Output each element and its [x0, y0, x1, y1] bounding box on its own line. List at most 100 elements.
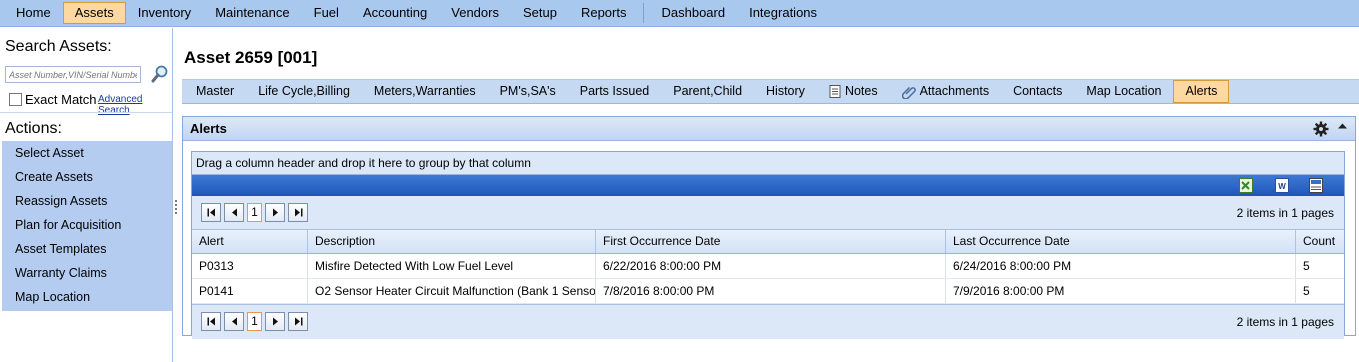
cell-description: Misfire Detected With Low Fuel Level: [308, 254, 596, 278]
menu-reports[interactable]: Reports: [569, 2, 639, 24]
next-page-icon: [272, 317, 278, 326]
left-panel: Search Assets: Exact Match Advanced Sear…: [0, 28, 173, 362]
menu-accounting[interactable]: Accounting: [351, 2, 439, 24]
exact-match-label: Exact Match: [25, 92, 97, 107]
prev-page-icon: [231, 208, 237, 217]
search-assets-title: Search Assets:: [5, 38, 112, 55]
page-info: 2 items in 1 pages: [1236, 315, 1334, 329]
tab-master[interactable]: Master: [184, 80, 246, 103]
action-reassign-assets[interactable]: Reassign Assets: [2, 189, 172, 213]
prev-page-icon: [231, 317, 237, 326]
next-page-button[interactable]: [265, 312, 285, 331]
word-export-icon[interactable]: W: [1275, 178, 1289, 193]
prev-page-button[interactable]: [224, 203, 244, 222]
csv-export-icon[interactable]: [1309, 178, 1323, 193]
action-create-assets[interactable]: Create Assets: [2, 165, 172, 189]
cell-first-occurrence: 6/22/2016 8:00:00 PM: [596, 254, 946, 278]
menu-integrations[interactable]: Integrations: [737, 2, 829, 24]
table-row[interactable]: P0141 O2 Sensor Heater Circuit Malfuncti…: [192, 279, 1344, 304]
tab-life-cycle-billing[interactable]: Life Cycle,Billing: [246, 80, 362, 103]
grid-command-bar: W: [192, 175, 1344, 196]
cell-first-occurrence: 7/8/2016 8:00:00 PM: [596, 279, 946, 303]
cell-last-occurrence: 6/24/2016 8:00:00 PM: [946, 254, 1296, 278]
paperclip-icon: [901, 86, 916, 99]
menu-dashboard[interactable]: Dashboard: [649, 2, 737, 24]
action-asset-templates[interactable]: Asset Templates: [2, 237, 172, 261]
divider: [0, 112, 172, 113]
page-info: 2 items in 1 pages: [1236, 206, 1334, 220]
action-plan-for-acquisition[interactable]: Plan for Acquisition: [2, 213, 172, 237]
tab-contacts[interactable]: Contacts: [1001, 80, 1074, 103]
column-header-last-occurrence[interactable]: Last Occurrence Date: [946, 230, 1296, 253]
first-page-button[interactable]: [201, 203, 221, 222]
gear-icon[interactable]: [1313, 121, 1329, 137]
cell-alert: P0313: [192, 254, 308, 278]
pager-bottom: 1 2 items in 1 pages: [192, 304, 1344, 339]
tab-notes-label: Notes: [844, 84, 878, 98]
menu-inventory[interactable]: Inventory: [126, 2, 203, 24]
first-page-icon: [207, 317, 215, 326]
menu-home[interactable]: Home: [4, 2, 63, 24]
last-page-icon: [294, 317, 302, 326]
tab-attachments[interactable]: Attachments: [890, 80, 1001, 103]
tab-notes[interactable]: Notes: [817, 80, 890, 103]
tab-history[interactable]: History: [754, 80, 817, 103]
tab-map-location[interactable]: Map Location: [1074, 80, 1173, 103]
last-page-icon: [294, 208, 302, 217]
group-by-area[interactable]: Drag a column header and drop it here to…: [192, 152, 1344, 175]
tab-parts-issued[interactable]: Parts Issued: [568, 80, 661, 103]
cell-alert: P0141: [192, 279, 308, 303]
svg-text:W: W: [1278, 182, 1286, 191]
excel-export-icon[interactable]: [1239, 178, 1253, 193]
actions-list: Select Asset Create Assets Reassign Asse…: [2, 141, 172, 311]
alerts-grid: Drag a column header and drop it here to…: [191, 151, 1345, 339]
page-number-button[interactable]: 1: [247, 203, 262, 222]
tab-pms-sas[interactable]: PM's,SA's: [488, 80, 568, 103]
last-page-button[interactable]: [288, 203, 308, 222]
menu-vendors[interactable]: Vendors: [439, 2, 511, 24]
table-row[interactable]: P0313 Misfire Detected With Low Fuel Lev…: [192, 254, 1344, 279]
menu-fuel[interactable]: Fuel: [302, 2, 351, 24]
grid-header-row: Alert Description First Occurrence Date …: [192, 230, 1344, 254]
menu-setup[interactable]: Setup: [511, 2, 569, 24]
menu-assets[interactable]: Assets: [62, 2, 126, 24]
magnifier-icon[interactable]: [150, 64, 170, 84]
action-map-location[interactable]: Map Location: [2, 285, 172, 309]
page-number-button[interactable]: 1: [247, 312, 262, 331]
alerts-panel: Alerts Drag a column header and drop it …: [182, 116, 1356, 339]
last-page-button[interactable]: [288, 312, 308, 331]
tab-parent-child[interactable]: Parent,Child: [661, 80, 754, 103]
exact-match-checkbox[interactable]: [9, 93, 22, 106]
prev-page-button[interactable]: [224, 312, 244, 331]
cell-last-occurrence: 7/9/2016 8:00:00 PM: [946, 279, 1296, 303]
collapse-arrow-icon[interactable]: [1338, 123, 1347, 129]
first-page-button[interactable]: [201, 312, 221, 331]
column-header-count[interactable]: Count: [1296, 230, 1344, 253]
cell-count: 5: [1303, 284, 1310, 298]
first-page-icon: [207, 208, 215, 217]
column-header-description[interactable]: Description: [308, 230, 596, 253]
actions-title: Actions:: [5, 120, 62, 137]
tab-attachments-label: Attachments: [919, 84, 990, 98]
panel-header: Alerts: [183, 117, 1355, 141]
panel-title: Alerts: [190, 121, 227, 136]
page-title: Asset 2659 [001]: [184, 48, 318, 67]
menu-separator: [643, 3, 645, 23]
tab-meters-warranties[interactable]: Meters,Warranties: [362, 80, 488, 103]
column-header-alert[interactable]: Alert: [192, 230, 308, 253]
tab-alerts[interactable]: Alerts: [1173, 80, 1230, 103]
asset-search-input[interactable]: [5, 66, 141, 83]
next-page-icon: [272, 208, 278, 217]
column-header-first-occurrence[interactable]: First Occurrence Date: [596, 230, 946, 253]
action-warranty-claims[interactable]: Warranty Claims: [2, 261, 172, 285]
menu-maintenance[interactable]: Maintenance: [203, 2, 301, 24]
splitter-handle[interactable]: [174, 198, 178, 218]
cell-description: O2 Sensor Heater Circuit Malfunction (Ba…: [308, 279, 596, 303]
cell-count: 5: [1303, 259, 1310, 273]
top-menu-bar: Home Assets Inventory Maintenance Fuel A…: [0, 0, 1359, 27]
next-page-button[interactable]: [265, 203, 285, 222]
notes-icon: [829, 85, 841, 98]
action-select-asset[interactable]: Select Asset: [2, 141, 172, 165]
asset-tab-bar: Master Life Cycle,Billing Meters,Warrant…: [182, 79, 1359, 104]
pager-top: 1 2 items in 1 pages: [192, 196, 1344, 230]
